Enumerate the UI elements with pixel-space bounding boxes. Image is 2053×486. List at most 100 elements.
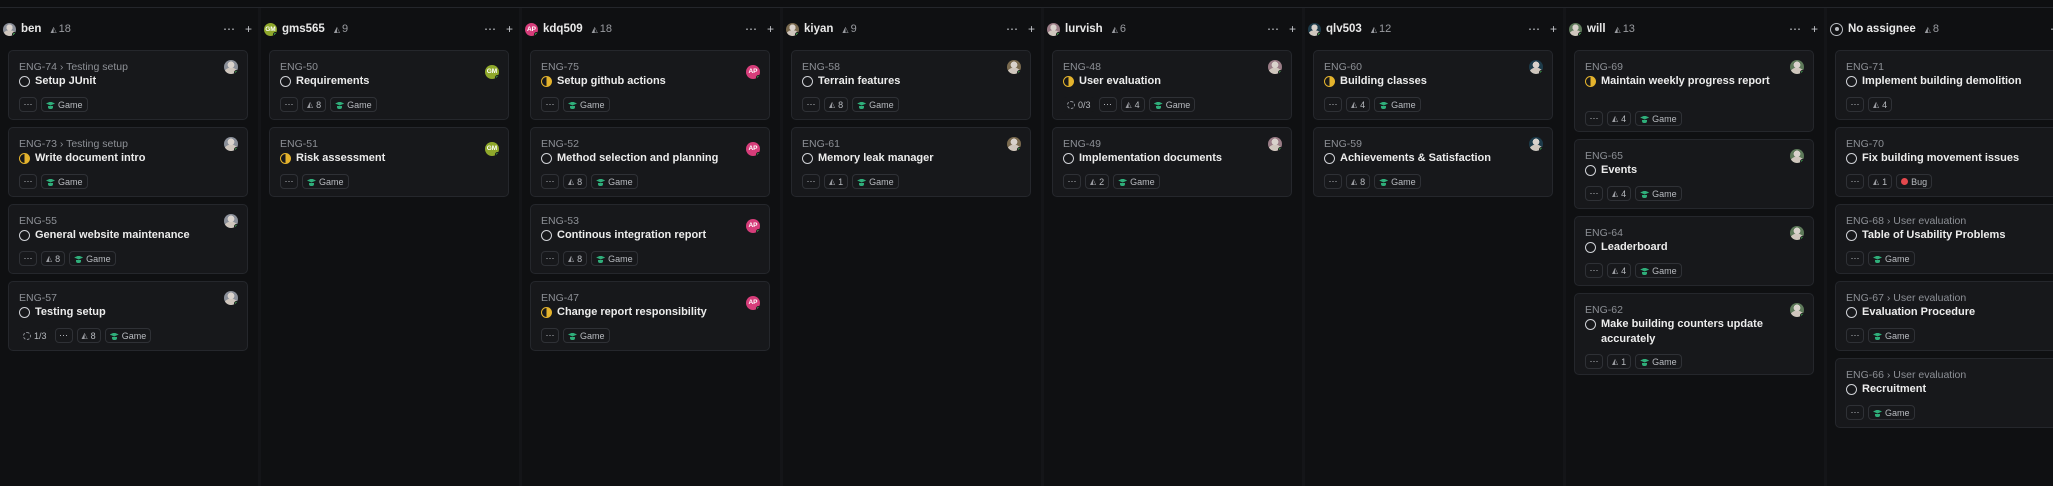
more-options-chip[interactable]: ⋯	[541, 174, 559, 189]
card-assignee[interactable]	[1790, 60, 1804, 79]
issue-card[interactable]: ENG-58 Terrain features ⋯ ◭ 8 Game	[791, 50, 1031, 120]
more-options-chip[interactable]: ⋯	[1846, 97, 1864, 112]
issue-card[interactable]: ENG-74 › Testing setup Setup JUnit ⋯ Game	[8, 50, 248, 120]
issue-card[interactable]: ENG-62 Make building counters update accu…	[1574, 293, 1814, 375]
label-chip[interactable]: Game	[1374, 97, 1421, 112]
card-assignee[interactable]	[224, 291, 238, 310]
issue-card[interactable]: ENG-66 › User evaluation Recruitment ⋯ Game	[1835, 358, 2053, 428]
issue-card[interactable]: ENG-51 Risk assessment GM ⋯ Game	[269, 127, 509, 197]
more-options-chip[interactable]: ⋯	[19, 251, 37, 266]
parent-issue[interactable]: User evaluation	[1893, 215, 1966, 227]
more-options-chip[interactable]: ⋯	[1846, 328, 1864, 343]
issue-card[interactable]: ENG-55 General website maintenance ⋯ ◭ 8 Game	[8, 204, 248, 274]
card-assignee[interactable]: GM	[485, 137, 499, 156]
estimate-chip[interactable]: ◭ 4	[1346, 97, 1371, 112]
label-chip[interactable]: Game	[41, 174, 88, 189]
issue-card[interactable]: ENG-71 Implement building demolition ⋯ ◭ 4	[1835, 50, 2053, 120]
card-assignee[interactable]	[1790, 149, 1804, 168]
estimate-chip[interactable]: ◭ 1	[824, 174, 849, 189]
estimate-chip[interactable]: ◭ 8	[302, 97, 327, 112]
estimate-chip[interactable]: ◭ 2	[1085, 174, 1110, 189]
todo-status-icon[interactable]	[802, 153, 813, 164]
issue-card[interactable]: ENG-73 › Testing setup Write document int…	[8, 127, 248, 197]
label-chip[interactable]: Game	[1635, 111, 1682, 126]
card-assignee[interactable]: AP	[746, 60, 760, 79]
estimate-chip[interactable]: ◭ 4	[1607, 186, 1632, 201]
parent-issue[interactable]: Testing setup	[66, 138, 128, 150]
todo-status-icon[interactable]	[1585, 165, 1596, 176]
card-assignee[interactable]: AP	[746, 137, 760, 156]
more-options-chip[interactable]: ⋯	[1585, 354, 1603, 369]
parent-issue[interactable]: User evaluation	[1893, 369, 1966, 381]
plus-icon[interactable]: +	[1550, 22, 1557, 36]
ellipsis-icon[interactable]: ⋯	[1006, 22, 1018, 36]
label-chip[interactable]: Game	[1635, 186, 1682, 201]
estimate-chip[interactable]: ◭ 8	[41, 251, 66, 266]
more-options-chip[interactable]: ⋯	[1063, 174, 1081, 189]
label-chip[interactable]: Game	[69, 251, 116, 266]
label-chip[interactable]: Game	[302, 174, 349, 189]
issue-card[interactable]: ENG-68 › User evaluation Table of Usabili…	[1835, 204, 2053, 274]
label-chip[interactable]: Game	[1635, 263, 1682, 278]
more-options-chip[interactable]: ⋯	[1098, 97, 1117, 112]
todo-status-icon[interactable]	[1063, 153, 1074, 164]
more-options-chip[interactable]: ⋯	[1324, 174, 1342, 189]
label-chip[interactable]: Game	[591, 251, 638, 266]
estimate-chip[interactable]: ◭ 1	[1868, 174, 1893, 189]
issue-card[interactable]: ENG-64 Leaderboard ⋯ ◭ 4 Game	[1574, 216, 1814, 286]
todo-status-icon[interactable]	[1846, 230, 1857, 241]
card-assignee[interactable]	[1790, 303, 1804, 322]
in-progress-status-icon[interactable]	[19, 153, 30, 164]
issue-card[interactable]: ENG-65 Events ⋯ ◭ 4 Game	[1574, 139, 1814, 209]
label-chip[interactable]: Game	[563, 328, 610, 343]
in-progress-status-icon[interactable]	[1585, 76, 1596, 87]
todo-status-icon[interactable]	[802, 76, 813, 87]
in-progress-status-icon[interactable]	[280, 153, 291, 164]
card-assignee[interactable]	[224, 60, 238, 79]
estimate-chip[interactable]: ◭ 8	[76, 328, 101, 343]
todo-status-icon[interactable]	[1846, 384, 1857, 395]
card-assignee[interactable]	[1529, 137, 1543, 156]
todo-status-icon[interactable]	[19, 76, 30, 87]
more-options-chip[interactable]: ⋯	[280, 174, 298, 189]
ellipsis-icon[interactable]: ⋯	[1528, 22, 1540, 36]
card-assignee[interactable]: GM	[485, 60, 499, 79]
card-assignee[interactable]	[224, 137, 238, 156]
todo-status-icon[interactable]	[1324, 153, 1335, 164]
estimate-chip[interactable]: ◭ 8	[1346, 174, 1371, 189]
issue-card[interactable]: ENG-75 Setup github actions AP ⋯ Game	[530, 50, 770, 120]
estimate-chip[interactable]: ◭ 8	[563, 174, 588, 189]
more-options-chip[interactable]: ⋯	[19, 174, 37, 189]
label-chip[interactable]: Game	[1868, 251, 1915, 266]
card-assignee[interactable]	[1268, 60, 1282, 79]
more-options-chip[interactable]: ⋯	[802, 97, 820, 112]
more-options-chip[interactable]: ⋯	[1846, 251, 1864, 266]
ellipsis-icon[interactable]: ⋯	[1267, 22, 1279, 36]
plus-icon[interactable]: +	[767, 22, 774, 36]
label-chip[interactable]: Game	[330, 97, 377, 112]
plus-icon[interactable]: +	[506, 22, 513, 36]
label-chip[interactable]: Game	[852, 97, 899, 112]
label-chip[interactable]: Game	[591, 174, 638, 189]
more-options-chip[interactable]: ⋯	[54, 328, 73, 343]
more-options-chip[interactable]: ⋯	[541, 251, 559, 266]
more-options-chip[interactable]: ⋯	[1324, 97, 1342, 112]
estimate-chip[interactable]: ◭ 4	[1120, 97, 1145, 112]
in-progress-status-icon[interactable]	[541, 307, 552, 318]
issue-card[interactable]: ENG-59 Achievements & Satisfaction ⋯ ◭ 8 Game	[1313, 127, 1553, 197]
label-chip[interactable]: Game	[563, 97, 610, 112]
issue-card[interactable]: ENG-57 Testing setup 1/3 ⋯ ◭ 8 Game	[8, 281, 248, 351]
todo-status-icon[interactable]	[541, 230, 552, 241]
sub-issues-chip[interactable]: 1/3	[19, 328, 51, 343]
todo-status-icon[interactable]	[19, 307, 30, 318]
ellipsis-icon[interactable]: ⋯	[745, 22, 757, 36]
estimate-chip[interactable]: ◭ 8	[563, 251, 588, 266]
more-options-chip[interactable]: ⋯	[1585, 111, 1603, 126]
in-progress-status-icon[interactable]	[541, 76, 552, 87]
estimate-chip[interactable]: ◭ 1	[1607, 354, 1632, 369]
plus-icon[interactable]: +	[1289, 22, 1296, 36]
issue-card[interactable]: ENG-69 Maintain weekly progress report ⋯ ◭ 4…	[1574, 50, 1814, 132]
plus-icon[interactable]: +	[1028, 22, 1035, 36]
issue-card[interactable]: ENG-48 User evaluation 0/3 ⋯ ◭ 4 Game	[1052, 50, 1292, 120]
label-chip[interactable]: Game	[104, 328, 152, 343]
